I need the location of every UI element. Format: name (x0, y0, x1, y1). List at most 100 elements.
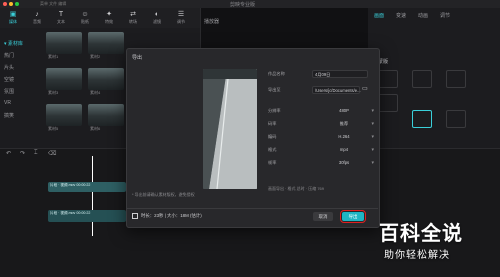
field-label: 导出至 (268, 87, 281, 92)
watermark-title: 百科全说 (379, 223, 463, 245)
media-icon: ▣ (9, 11, 17, 18)
export-footer-info: 时长：23秒 | 大小：18M (估计) (141, 213, 202, 218)
copyright-hint: * 导出前请确认素材版权，避免侵权 (132, 192, 195, 197)
export-dialog-title: 导出 (132, 55, 143, 61)
close-window-button[interactable] (3, 2, 7, 6)
dropdown-select[interactable]: mp4 ▾ (312, 146, 376, 154)
media-thumbnail-label: 素材3 (48, 90, 59, 95)
timeline-tool-button[interactable]: ⌶ (34, 150, 38, 157)
tool-effects[interactable]: ✦ 特效 (100, 9, 118, 25)
field-label: 作品名称 (268, 71, 285, 76)
dropdown-select[interactable]: 480P ▾ (312, 107, 376, 115)
timeline-clip-2-label: 片段 · 视频.mov 00:00:22 (50, 211, 91, 215)
export-preview-thumbnail (203, 69, 257, 189)
tool-label: 媒体 (9, 19, 17, 24)
media-thumbnail[interactable]: 素材3 (46, 68, 82, 95)
nav-item[interactable]: VR (4, 100, 11, 106)
properties-tab[interactable]: 动画 (418, 12, 428, 19)
media-thumbnail-label: 素材1 (48, 54, 59, 59)
chevron-down-icon: ▾ (371, 134, 374, 140)
mask-option-mirror[interactable] (446, 70, 466, 88)
properties-tab[interactable]: 画面 (374, 12, 384, 19)
media-thumbnail-label: 素材6 (90, 126, 101, 131)
tool-text[interactable]: T 文本 (52, 9, 70, 25)
film-icon (132, 213, 138, 219)
export-button[interactable]: 导出 (340, 210, 366, 223)
dropdown-select[interactable]: H.264 ▾ (312, 133, 376, 141)
tool-audio[interactable]: ♪ 音频 (28, 9, 46, 25)
text-icon: T (58, 11, 64, 18)
nav-item[interactable]: 搞笑 (4, 112, 14, 119)
select-label: 码率 (268, 121, 277, 126)
cancel-button[interactable]: 取消 (313, 212, 333, 221)
folder-icon[interactable]: ▭ (362, 86, 369, 92)
nav-item[interactable]: 空镜 (4, 76, 14, 83)
dropdown-value: 480P (339, 108, 349, 113)
tool-label: 滤镜 (153, 19, 161, 24)
dropdown-select[interactable]: 30fps ▾ (312, 159, 376, 167)
effects-icon: ✦ (106, 11, 112, 18)
road-image (203, 69, 257, 189)
tool-transition[interactable]: ⇄ 转场 (124, 9, 142, 25)
tool-label: 特效 (105, 19, 113, 24)
sticker-icon: ☺ (81, 11, 89, 18)
window-title: 剪映专业版 (230, 2, 256, 8)
tool-sticker[interactable]: ☺ 贴纸 (76, 9, 94, 25)
nav-item[interactable]: 热门 (4, 52, 14, 59)
media-thumbnail-label: 素材4 (90, 90, 101, 95)
maximize-window-button[interactable] (15, 2, 19, 6)
select-label: 帧率 (268, 160, 277, 165)
tool-adjust[interactable]: ☰ 调节 (172, 9, 190, 25)
nav-item[interactable]: 氛围 (4, 88, 14, 95)
nav-item[interactable]: 片头 (4, 64, 14, 71)
select-label: 格式 (268, 147, 277, 152)
chevron-down-icon: ▾ (371, 108, 374, 114)
chevron-down-icon: ▾ (371, 160, 374, 166)
dropdown-value: 推荐 (339, 121, 349, 126)
properties-tab[interactable]: 调节 (440, 12, 450, 19)
dropdown-value: 30fps (338, 160, 350, 165)
media-thumbnail[interactable]: 素材4 (88, 68, 124, 95)
chevron-down-icon: ▾ (371, 121, 374, 127)
tool-label: 音频 (33, 19, 41, 24)
media-thumbnail[interactable]: 素材2 (88, 32, 124, 59)
tool-label: 调节 (177, 19, 185, 24)
player-title: 播放器 (204, 19, 220, 25)
text-field[interactable]: /Users/jc/Documents/e... (312, 86, 361, 94)
tool-media[interactable]: ▣ 媒体 (4, 9, 22, 25)
dropdown-value: mp4 (339, 147, 349, 152)
properties-tab[interactable]: 变速 (396, 12, 406, 19)
media-thumbnail[interactable]: 素材1 (46, 32, 82, 59)
transition-icon: ⇄ (130, 11, 136, 18)
media-thumbnail-label: 素材2 (90, 54, 101, 59)
select-label: 编码 (268, 134, 277, 139)
mask-option-heart[interactable] (446, 110, 466, 128)
dropdown-value: H.264 (338, 134, 350, 139)
timeline-tool-button[interactable]: ↶ (6, 150, 11, 157)
tool-filter[interactable]: ◐ 滤镜 (148, 9, 166, 25)
mask-option-none[interactable] (378, 70, 398, 88)
dropdown-select[interactable]: 推荐 ▾ (312, 120, 376, 128)
select-label: 分辨率 (268, 108, 281, 113)
tool-label: 贴纸 (81, 19, 89, 24)
adjust-icon: ☰ (177, 11, 185, 18)
mask-option-circle[interactable] (378, 94, 398, 112)
watermark-subtitle: 助你轻松解决 (384, 250, 450, 261)
media-thumbnail-label: 素材5 (48, 126, 59, 131)
playhead[interactable] (92, 156, 93, 236)
timeline-tool-button[interactable]: ⌫ (48, 150, 56, 157)
minimize-window-button[interactable] (9, 2, 13, 6)
mask-option-rect[interactable] (412, 110, 432, 128)
export-size-hint: 画面导出 · 格式 总时 · 压缩 769 (268, 186, 325, 191)
media-thumbnail[interactable]: 素材6 (88, 104, 124, 131)
audio-icon: ♪ (35, 11, 39, 18)
timeline-clip-1-label: 片段 · 视频.mov 00:00:22 (50, 183, 91, 187)
tool-label: 文本 (57, 19, 65, 24)
mask-option-linear[interactable] (412, 70, 432, 88)
nav-item[interactable]: ▾ 素材库 (4, 40, 23, 47)
media-thumbnail[interactable]: 素材5 (46, 104, 82, 131)
timeline-tool-button[interactable]: ↷ (20, 150, 25, 157)
chevron-down-icon: ▾ (371, 147, 374, 153)
filter-icon: ◐ (154, 11, 160, 18)
text-field[interactable]: 4月09日 (312, 70, 368, 78)
